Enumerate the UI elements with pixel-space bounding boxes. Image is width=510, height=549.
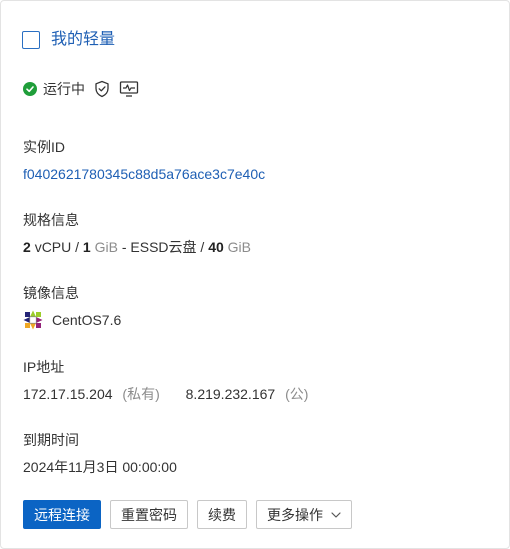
expiry-date: 2024年11月3日 00:00:00 [23, 459, 177, 475]
action-bar: 远程连接 重置密码 续费 更多操作 [23, 500, 352, 529]
os-row: CentOS7.6 [23, 310, 121, 330]
check-circle-icon [23, 82, 37, 96]
card-header: 我的轻量 [22, 30, 115, 50]
status-row: 运行中 [23, 80, 139, 98]
instance-id-label: 实例ID [23, 139, 65, 155]
ip-value: 172.17.15.204 (私有) 8.219.232.167 (公) [23, 385, 308, 403]
image-label: 镜像信息 [23, 285, 79, 301]
renew-button[interactable]: 续费 [197, 500, 247, 529]
spec-value: 2 vCPU / 1 GiB - ESSD云盘 / 40 GiB [23, 238, 251, 256]
instance-id-section: 实例ID f0402621780345c88d5a76ace3c7e40c [23, 138, 265, 183]
memory-unit: GiB [94, 239, 118, 255]
spec-label: 规格信息 [23, 212, 79, 228]
select-checkbox[interactable] [22, 31, 40, 49]
shield-check-icon[interactable] [93, 80, 111, 98]
spec-dash: - [121, 239, 127, 255]
vcpu-count: 2 [23, 239, 31, 255]
reset-password-button[interactable]: 重置密码 [110, 500, 188, 529]
spec-separator: / [200, 239, 205, 255]
ip-label: IP地址 [23, 359, 65, 375]
remote-connect-button[interactable]: 远程连接 [23, 500, 101, 529]
instance-card: 我的轻量 运行中 实例ID f0402621780345c88d5a76ace3… [0, 0, 510, 549]
private-ip: 172.17.15.204 [23, 386, 113, 402]
public-ip-tag: (公) [285, 386, 309, 402]
os-name: CentOS7.6 [52, 312, 122, 328]
memory-value: 1 [82, 239, 91, 255]
image-section: 镜像信息 CentOS7.6 [23, 284, 121, 330]
public-ip: 8.219.232.167 [185, 386, 276, 402]
vcpu-unit: vCPU [34, 239, 72, 255]
instance-id-value[interactable]: f0402621780345c88d5a76ace3c7e40c [23, 165, 265, 183]
ip-section: IP地址 172.17.15.204 (私有) 8.219.232.167 (公… [23, 358, 308, 403]
more-actions-label: 更多操作 [267, 506, 323, 523]
spec-separator: / [75, 239, 80, 255]
chevron-down-icon [331, 511, 341, 518]
private-ip-tag: (私有) [122, 386, 160, 402]
spec-section: 规格信息 2 vCPU / 1 GiB - ESSD云盘 / 40 GiB [23, 211, 251, 256]
status-text: 运行中 [43, 81, 85, 97]
expiry-section: 到期时间 2024年11月3日 00:00:00 [23, 431, 177, 476]
centos-logo-icon [23, 310, 43, 330]
disk-type: ESSD云盘 [130, 239, 197, 255]
disk-size: 40 [208, 239, 224, 255]
more-actions-button[interactable]: 更多操作 [256, 500, 352, 529]
expiry-label: 到期时间 [23, 432, 79, 448]
instance-title[interactable]: 我的轻量 [51, 30, 115, 50]
monitor-icon[interactable] [119, 80, 139, 98]
disk-unit: GiB [227, 239, 252, 255]
